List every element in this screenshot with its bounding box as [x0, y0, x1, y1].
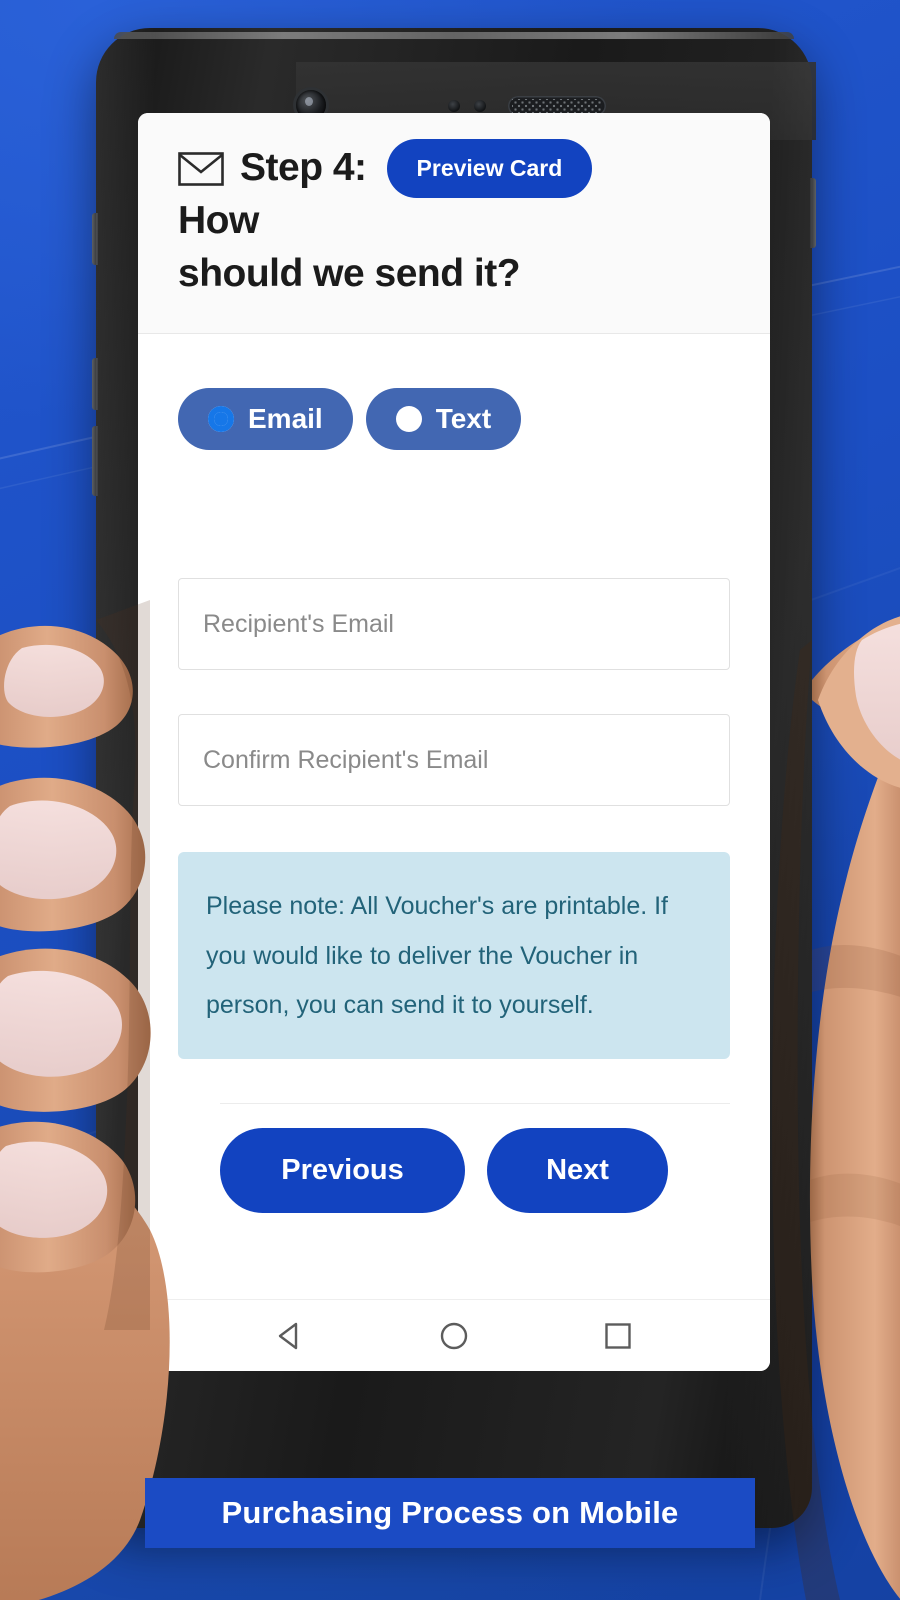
home-circle-icon[interactable] — [437, 1319, 471, 1353]
phone-screen: Step 4: Preview Card How should we send … — [138, 113, 770, 1371]
caption-text: Purchasing Process on Mobile — [221, 1495, 679, 1530]
previous-button[interactable]: Previous — [220, 1127, 465, 1213]
delivery-option-email-label: Email — [248, 403, 323, 434]
page-title: Step 4: — [240, 146, 367, 190]
back-triangle-icon[interactable] — [273, 1319, 307, 1353]
sensor-icon — [448, 100, 460, 112]
caption-banner: Purchasing Process on Mobile — [145, 1478, 755, 1548]
page-title-line3: should we send it? — [178, 251, 521, 295]
phone-volume-down-button[interactable] — [92, 426, 98, 496]
printable-voucher-notice: Please note: All Voucher's are printable… — [178, 852, 730, 1059]
phone-volume-button[interactable] — [92, 213, 98, 265]
sensor-icon — [474, 100, 486, 112]
phone-device: Step 4: Preview Card How should we send … — [92, 28, 816, 1528]
preview-card-button[interactable]: Preview Card — [386, 139, 593, 198]
envelope-icon — [178, 151, 224, 186]
confirm-recipient-email-input[interactable] — [178, 714, 730, 806]
recipient-email-input[interactable] — [178, 578, 730, 670]
app-body: Email Text Please note: All Voucher's ar… — [138, 334, 770, 1213]
radio-unselected-icon — [395, 406, 422, 432]
delivery-option-text[interactable]: Text — [365, 388, 522, 450]
next-button[interactable]: Next — [487, 1127, 668, 1213]
layout-spacer — [178, 450, 730, 578]
delivery-option-email[interactable]: Email — [178, 388, 353, 450]
page-title-line2: How — [178, 199, 259, 242]
phone-top-rim — [114, 32, 794, 39]
app-header: Step 4: Preview Card How should we send … — [138, 113, 770, 334]
recents-square-icon[interactable] — [601, 1319, 635, 1353]
phone-volume-up-button[interactable] — [92, 358, 98, 410]
wizard-navigation: Previous Next — [178, 1104, 730, 1213]
phone-power-button[interactable] — [810, 178, 816, 248]
android-navigation-bar — [138, 1299, 770, 1371]
delivery-option-text-label: Text — [435, 403, 492, 434]
delivery-method-group: Email Text — [178, 388, 730, 450]
radio-selected-icon — [208, 406, 234, 432]
